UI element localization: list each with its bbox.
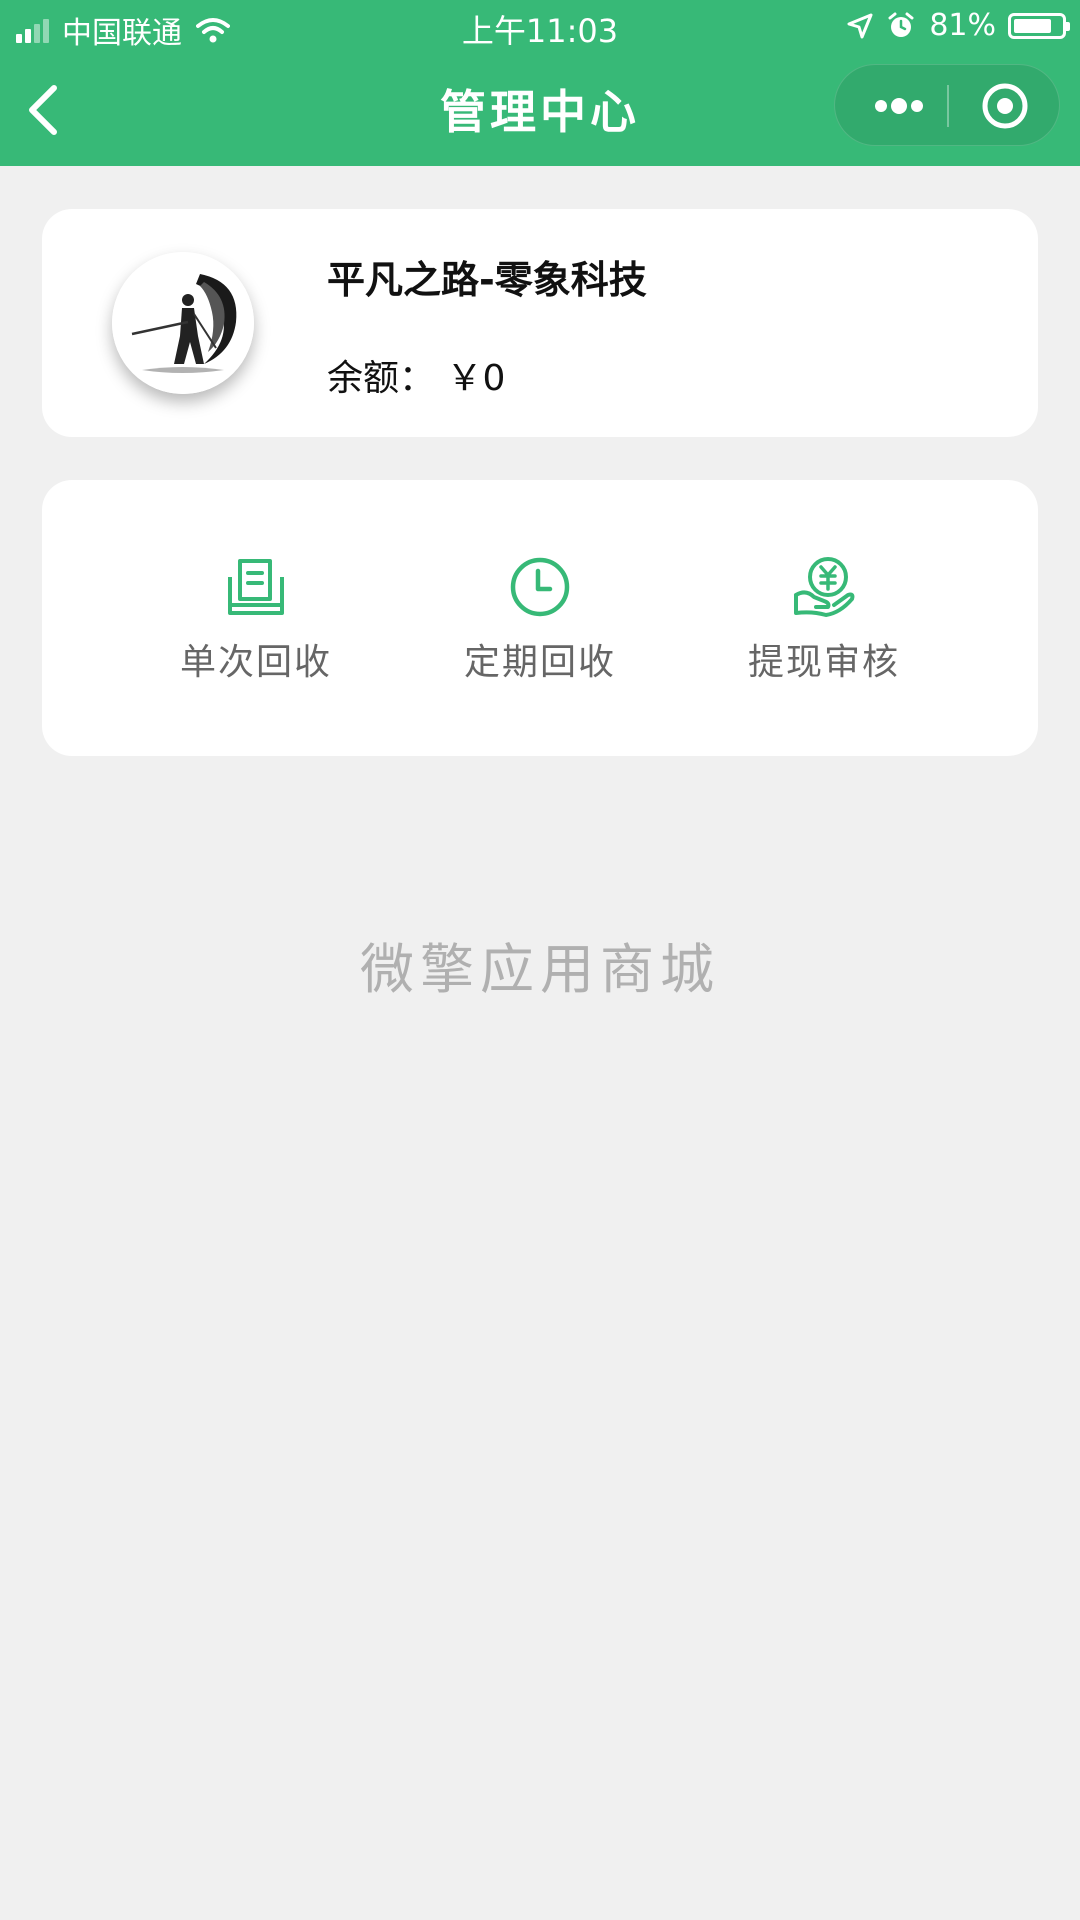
menu-item-periodic-recycle[interactable]: 定期回收 bbox=[420, 555, 660, 705]
menu-item-withdraw-review[interactable]: 提现审核 bbox=[704, 555, 944, 705]
brand-footer: 微擎应用商城 bbox=[360, 938, 720, 1001]
menu-item-label: 提现审核 bbox=[747, 642, 900, 683]
close-button[interactable] bbox=[957, 65, 1053, 147]
status-bar: 中国联通 上午11:03 81% bbox=[0, 0, 1080, 54]
clock-icon bbox=[510, 557, 570, 617]
more-button[interactable] bbox=[853, 65, 943, 147]
user-name: 平凡之路-零象科技 bbox=[327, 258, 647, 302]
hand-coin-icon bbox=[794, 557, 855, 617]
header: 中国联通 上午11:03 81% 管理中心 bbox=[0, 0, 1080, 166]
balance-row: 余额： ￥0 bbox=[327, 349, 505, 401]
battery-icon bbox=[1008, 12, 1070, 39]
menu-card: 单次回收 定期回收 提现审核 bbox=[42, 480, 1038, 756]
alarm-icon bbox=[887, 12, 915, 40]
page: 中国联通 上午11:03 81% 管理中心 平凡之路-零象科技 余额： ￥0 单… bbox=[0, 0, 1080, 1920]
user-card: 平凡之路-零象科技 余额： ￥0 bbox=[42, 209, 1038, 437]
capsule-menu bbox=[834, 64, 1060, 146]
balance-label: 余额： bbox=[327, 358, 436, 399]
more-dots-icon bbox=[875, 98, 923, 114]
capsule-divider bbox=[947, 85, 949, 127]
location-icon bbox=[847, 13, 873, 39]
avatar[interactable] bbox=[112, 252, 254, 394]
samurai-avatar-icon bbox=[112, 252, 254, 394]
battery-fill bbox=[1014, 18, 1052, 33]
nav-bar: 管理中心 bbox=[0, 54, 1080, 166]
balance-value: ￥0 bbox=[446, 358, 506, 399]
menu-item-single-recycle[interactable]: 单次回收 bbox=[136, 555, 376, 705]
book-stack-icon bbox=[228, 559, 284, 615]
status-right: 81% bbox=[847, 8, 1070, 43]
target-circle-icon bbox=[982, 83, 1028, 129]
menu-item-label: 单次回收 bbox=[179, 642, 332, 683]
menu-item-label: 定期回收 bbox=[463, 642, 616, 683]
battery-percent: 81% bbox=[929, 8, 996, 43]
